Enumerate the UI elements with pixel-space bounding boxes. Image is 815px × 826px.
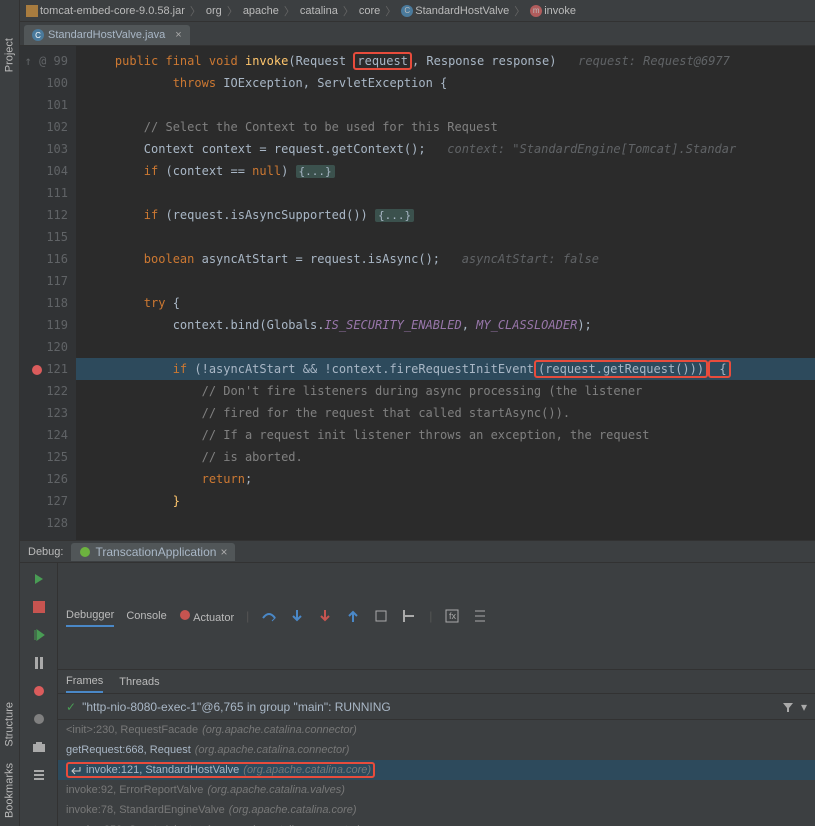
run-to-cursor-icon[interactable] [401,608,417,624]
debug-panel: Debug: TranscationApplication × Debug [20,540,815,826]
bc-2[interactable]: apache [243,5,279,17]
sidebar-structure[interactable]: Structure [0,694,19,755]
left-sidebar: Project Structure Bookmarks [0,0,20,826]
breakpoint-icon[interactable] [32,365,42,375]
current-exec-line: if (!asyncAtStart && !context.fireReques… [76,358,815,380]
frames-list: <init>:230, RequestFacade (org.apache.ca… [58,720,815,826]
check-icon: ✓ [66,700,76,714]
bc-6[interactable]: invoke [544,5,576,17]
tab-frames[interactable]: Frames [66,671,103,693]
close-icon[interactable]: × [175,29,181,41]
pause-button[interactable] [29,653,49,673]
editor-tabs: C StandardHostValve.java × [20,22,815,46]
bc-1[interactable]: org [206,5,222,17]
tab-label: StandardHostValve.java [48,29,165,41]
resume-button[interactable] [29,625,49,645]
stop-button[interactable] [29,597,49,617]
thread-name: "http-nio-8080-exec-1"@6,765 in group "m… [82,700,391,714]
debug-label: Debug: [28,546,63,558]
class-icon: C [32,29,44,41]
camera-button[interactable] [29,737,49,757]
class-icon: C [401,5,413,17]
tab-debugger[interactable]: Debugger [66,605,114,627]
settings-button[interactable] [29,765,49,785]
step-over-icon[interactable] [261,608,277,624]
mute-breakpoints-button[interactable] [29,709,49,729]
frame-row[interactable]: service:359, CoyoteAdapter (org.apache.c… [58,820,815,826]
frame-row[interactable]: getRequest:668, Request (org.apache.cata… [58,740,815,760]
fold-marker[interactable]: {...} [375,209,414,222]
gutter: ↑ @ 99 100 101 102 103 104 111 112 115 1… [20,46,76,540]
tab-actuator[interactable]: Actuator [179,605,234,628]
highlight-getreq: (request.getRequest())) [534,360,708,378]
evaluate-icon[interactable]: fx [444,608,460,624]
bc-3[interactable]: catalina [300,5,338,17]
sidebar-project[interactable]: Project [0,30,19,80]
tab-threads[interactable]: Threads [119,672,159,692]
fold-marker[interactable]: {...} [296,165,335,178]
debug-app-name: TranscationApplication [95,545,216,559]
step-out-icon[interactable] [345,608,361,624]
force-step-into-icon[interactable] [317,608,333,624]
highlight-request-param: request [353,52,412,70]
frame-row[interactable]: invoke:92, ErrorReportValve (org.apache.… [58,780,815,800]
tab-file[interactable]: C StandardHostValve.java × [24,25,190,45]
dropdown-icon[interactable]: ▾ [801,700,807,714]
debug-run-tab[interactable]: TranscationApplication × [71,543,235,561]
lib-icon [26,5,38,17]
bc-5[interactable]: StandardHostValve [415,5,509,17]
editor: ↑ @ 99 100 101 102 103 104 111 112 115 1… [20,46,815,540]
trace-icon[interactable] [472,608,488,624]
bc-4[interactable]: core [359,5,380,17]
frame-row-current[interactable]: invoke:121, StandardHostValve (org.apach… [58,760,815,780]
return-icon [70,764,82,776]
sidebar-bookmarks[interactable]: Bookmarks [0,755,19,826]
rerun-button[interactable] [29,569,49,589]
breadcrumb: tomcat-embed-core-9.0.58.jar〉 org〉 apach… [20,0,815,22]
debug-left-toolbar [20,563,58,826]
filter-icon[interactable] [781,700,795,714]
drop-frame-icon[interactable] [373,608,389,624]
svg-text:fx: fx [449,611,457,621]
view-breakpoints-button[interactable] [29,681,49,701]
frame-row[interactable]: <init>:230, RequestFacade (org.apache.ca… [58,720,815,740]
tab-console[interactable]: Console [126,606,166,626]
code-area[interactable]: public final void invoke(Request request… [76,46,815,540]
spring-icon [79,546,91,558]
thread-selector[interactable]: ✓ "http-nio-8080-exec-1"@6,765 in group … [58,694,815,720]
close-icon[interactable]: × [220,545,227,559]
frame-row[interactable]: invoke:78, StandardEngineValve (org.apac… [58,800,815,820]
step-into-icon[interactable] [289,608,305,624]
method-icon: m [530,5,542,17]
bc-0[interactable]: tomcat-embed-core-9.0.58.jar [40,5,185,17]
